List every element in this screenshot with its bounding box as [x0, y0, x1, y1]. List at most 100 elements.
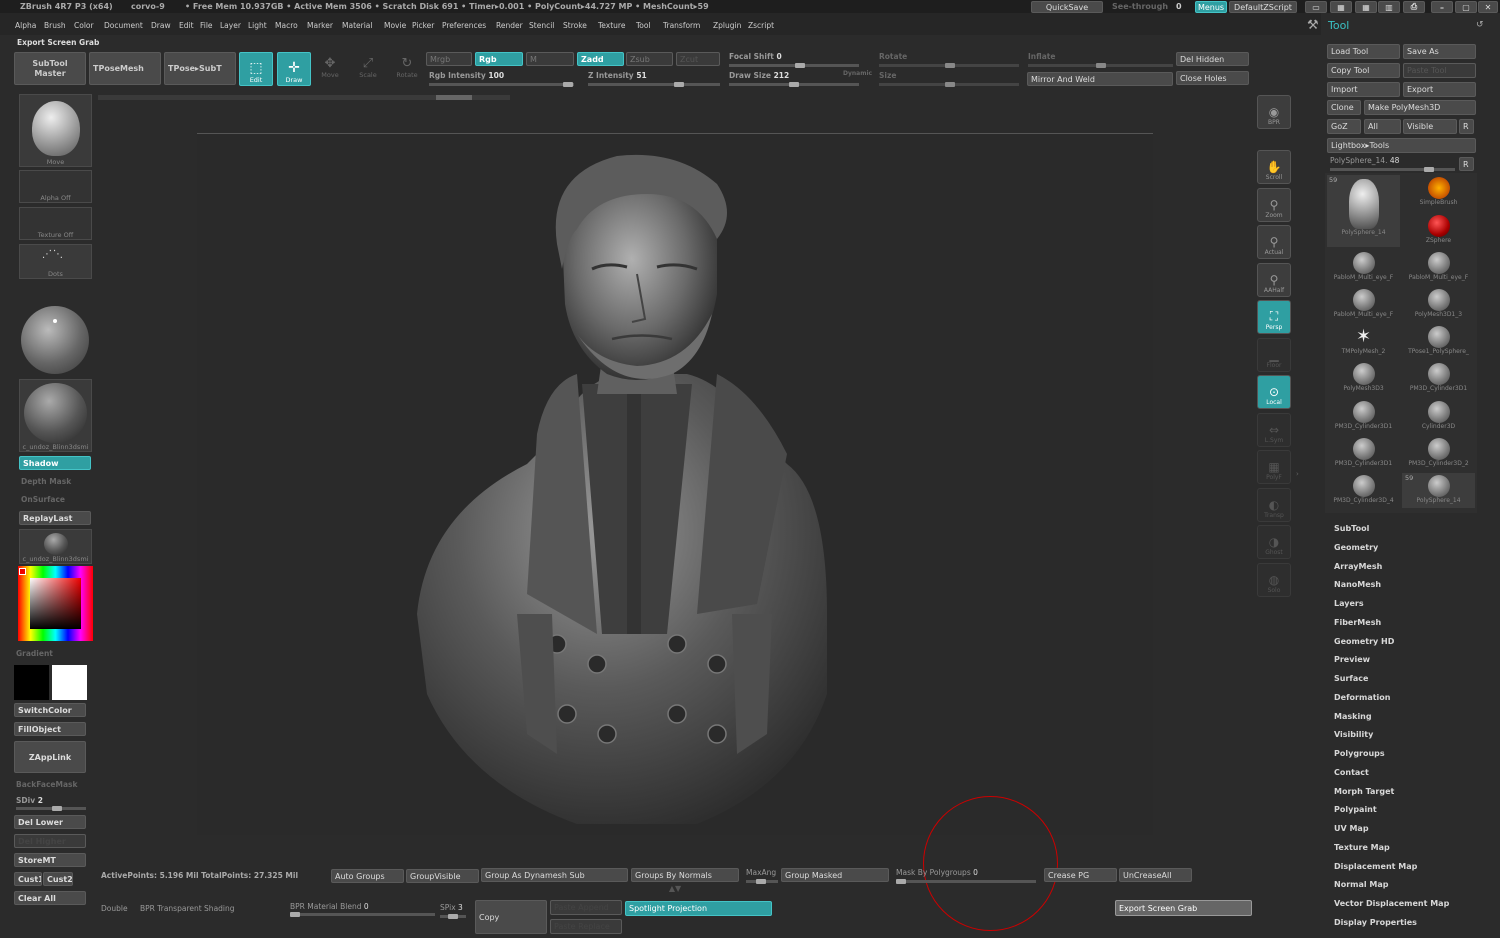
menu-marker[interactable]: Marker	[307, 21, 333, 30]
tool-thumb[interactable]: ✶ TMPolyMesh_2	[1327, 324, 1400, 359]
menu-texture[interactable]: Texture	[598, 21, 625, 30]
menu-transform[interactable]: Transform	[663, 21, 700, 30]
view-aahalf-button[interactable]: ⚲ AAHalf	[1257, 263, 1291, 297]
tool-thumb[interactable]: PM3D_Cylinder3D_2	[1402, 436, 1475, 471]
brush-picker[interactable]: Move	[19, 94, 92, 167]
focal-shift-slider[interactable]	[729, 63, 859, 68]
slider-knob[interactable]	[448, 914, 458, 919]
color-square[interactable]	[30, 578, 81, 629]
menus-toggle[interactable]: Menus	[1195, 1, 1227, 13]
subpalette-polypaint[interactable]: Polypaint	[1334, 805, 1377, 814]
slider-knob[interactable]	[795, 63, 805, 68]
make-polymesh3d-button[interactable]: Make PolyMesh3D	[1364, 100, 1476, 115]
draw-button[interactable]: ✛ Draw	[277, 52, 311, 86]
menu-stroke[interactable]: Stroke	[563, 21, 587, 30]
subpalette-uv-map[interactable]: UV Map	[1334, 824, 1369, 833]
document-canvas[interactable]	[197, 107, 1153, 931]
menu-movie[interactable]: Movie	[384, 21, 406, 30]
copy-button[interactable]: Copy	[475, 900, 547, 934]
subpalette-texture-map[interactable]: Texture Map	[1334, 843, 1390, 852]
move-button[interactable]: ✥ Move	[318, 56, 342, 86]
tool-thumb[interactable]: PM3D_Cylinder3D1	[1327, 399, 1400, 434]
slider-knob[interactable]	[789, 82, 799, 87]
close-icon[interactable]: ✕	[1478, 1, 1498, 13]
menu-preferences[interactable]: Preferences	[442, 21, 486, 30]
menu-brush[interactable]: Brush	[44, 21, 66, 30]
inflate-slider[interactable]	[1028, 63, 1173, 68]
slider-knob[interactable]	[945, 63, 955, 68]
view-zoom-button[interactable]: ⚲ Zoom	[1257, 188, 1291, 222]
focal-shift-label[interactable]: Focal Shift 0	[729, 52, 782, 61]
m-button[interactable]: M	[526, 52, 574, 66]
tool-thumb[interactable]: 59 PolySphere_14	[1402, 473, 1475, 508]
tray-collapse-icon[interactable]: ›	[1296, 470, 1302, 488]
tool-thumb[interactable]: PolyMesh3D3	[1327, 361, 1400, 396]
save-as-button[interactable]: Save As	[1403, 44, 1476, 59]
menu-file[interactable]: File	[200, 21, 213, 30]
groups-by-normals-button[interactable]: Groups By Normals	[631, 868, 739, 882]
visible-button[interactable]: Visible	[1403, 119, 1457, 134]
mirror-and-weld-button[interactable]: Mirror And Weld	[1027, 72, 1173, 86]
del-hidden-button[interactable]: Del Hidden	[1176, 52, 1249, 66]
menu-layer[interactable]: Layer	[220, 21, 241, 30]
zapplink-button[interactable]: ZAppLink	[14, 741, 86, 773]
subpalette-geometry-hd[interactable]: Geometry HD	[1334, 637, 1394, 646]
menu-color[interactable]: Color	[74, 21, 94, 30]
rgb-intensity-slider[interactable]	[429, 82, 574, 87]
tool-thumb[interactable]: PabloM_Multi_eye_F	[1327, 287, 1400, 322]
subpalette-visibility[interactable]: Visibility	[1334, 730, 1373, 739]
subpalette-displacement-map[interactable]: Displacement Map	[1334, 862, 1417, 871]
subpalette-nanomesh[interactable]: NanoMesh	[1334, 580, 1381, 589]
sdiv-label[interactable]: SDiv 2	[16, 796, 43, 805]
view-transp-button[interactable]: ◐ Transp	[1257, 488, 1291, 522]
secondary-color-swatch[interactable]	[14, 665, 49, 700]
mask-by-polygroups-slider[interactable]	[896, 879, 1036, 884]
slider-knob[interactable]	[290, 912, 300, 917]
mrgb-button[interactable]: Mrgb	[426, 52, 472, 66]
zsub-button[interactable]: Zsub	[626, 52, 673, 66]
view-scroll-button[interactable]: ✋ Scroll	[1257, 150, 1291, 184]
size-slider-label[interactable]: Size	[879, 71, 896, 80]
current-tool-label[interactable]: PolySphere_14. 48	[1330, 156, 1399, 165]
view-floor-button[interactable]: ▁ Floor	[1257, 338, 1291, 372]
group-masked-button[interactable]: Group Masked	[781, 868, 889, 882]
material-picker-2[interactable]: c_undoz_Blinn3dsmi	[19, 529, 92, 564]
menu-stencil[interactable]: Stencil	[529, 21, 554, 30]
material-picker[interactable]: c_undoz_Blinn3dsmi	[19, 379, 92, 452]
slider-knob[interactable]	[896, 879, 906, 884]
tool-thumb[interactable]: ZSphere	[1402, 213, 1475, 248]
slider-knob[interactable]	[756, 879, 766, 884]
menu-document[interactable]: Document	[104, 21, 143, 30]
crease-pg-button[interactable]: Crease PG	[1044, 868, 1117, 882]
tool-thumb[interactable]: TPose1_PolySphere_	[1402, 324, 1475, 359]
viewport[interactable]	[197, 133, 1153, 931]
tool-palette-title[interactable]: Tool	[1328, 19, 1349, 32]
subpalette-deformation[interactable]: Deformation	[1334, 693, 1390, 702]
subpalette-preview[interactable]: Preview	[1334, 655, 1370, 664]
maxang-label[interactable]: MaxAng	[746, 868, 776, 877]
subpalette-geometry[interactable]: Geometry	[1334, 543, 1378, 552]
backfacemask-toggle[interactable]: BackFaceMask	[16, 780, 77, 789]
menu-alpha[interactable]: Alpha	[15, 21, 36, 30]
bpr-material-blend-slider[interactable]	[290, 912, 435, 917]
subpalette-vector-displacement-map[interactable]: Vector Displacement Map	[1334, 899, 1449, 908]
quicksave-button[interactable]: QuickSave	[1031, 1, 1103, 13]
slider-knob[interactable]	[945, 82, 955, 87]
texture-picker[interactable]: Texture Off	[19, 207, 92, 240]
maximize-icon[interactable]: ▢	[1455, 1, 1477, 13]
current-tool-slider[interactable]	[1330, 167, 1455, 172]
sculpted-bust-model[interactable]	[197, 134, 1153, 836]
auto-groups-button[interactable]: Auto Groups	[331, 869, 404, 883]
print-icon[interactable]: ⎙	[1403, 1, 1425, 13]
onsurface-toggle[interactable]: OnSurface	[21, 495, 65, 504]
subpalette-contact[interactable]: Contact	[1334, 768, 1369, 777]
zcut-button[interactable]: Zcut	[676, 52, 720, 66]
tool-palette-icon[interactable]: ⚒	[1307, 18, 1319, 33]
slider-knob[interactable]	[52, 806, 62, 811]
defaultzscript-button[interactable]: DefaultZScript	[1229, 1, 1297, 13]
view-solo-button[interactable]: ◍ Solo	[1257, 563, 1291, 597]
del-higher-button[interactable]: Del Higher	[14, 834, 86, 848]
replaylast-button[interactable]: ReplayLast	[19, 511, 91, 525]
menu-zscript[interactable]: Zscript	[748, 21, 774, 30]
color-picker[interactable]	[18, 566, 93, 641]
